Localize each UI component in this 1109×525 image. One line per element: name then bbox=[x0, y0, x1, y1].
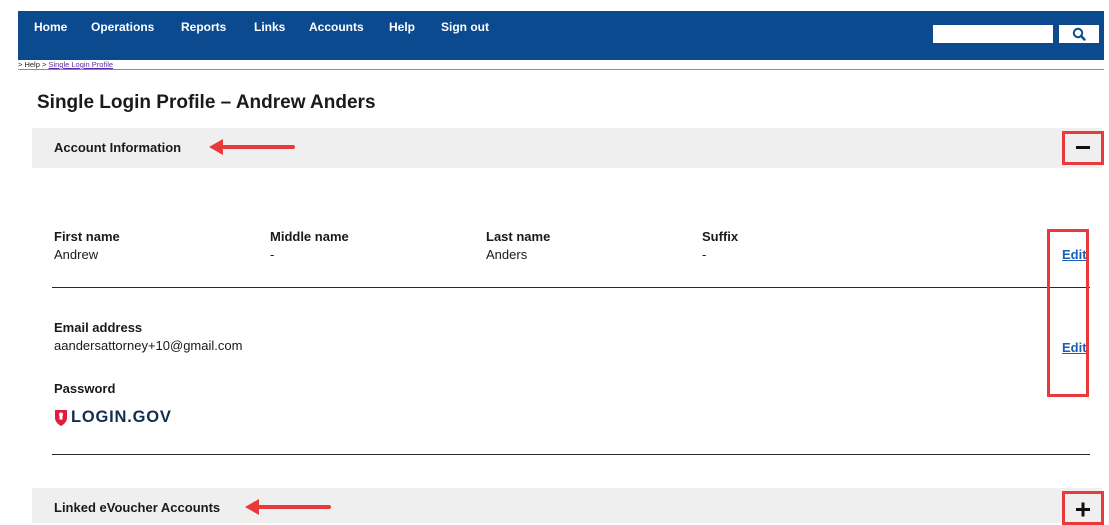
annotation-arrow-left bbox=[209, 139, 295, 155]
password-label: Password bbox=[54, 381, 116, 396]
first-name-label: First name bbox=[54, 229, 120, 244]
annotation-highlight-box bbox=[1047, 229, 1089, 397]
nav-accounts[interactable]: Accounts bbox=[309, 20, 364, 34]
divider bbox=[52, 287, 1090, 288]
login-gov-wordmark: LOGIN.GOV bbox=[71, 408, 172, 426]
shield-icon bbox=[55, 410, 67, 426]
last-name-label: Last name bbox=[486, 229, 551, 244]
search-button[interactable] bbox=[1058, 24, 1100, 44]
linked-accounts-title: Linked eVoucher Accounts bbox=[54, 500, 221, 515]
breadcrumb-prefix: > Help > bbox=[18, 60, 49, 69]
divider bbox=[52, 454, 1090, 455]
middle-name-label: Middle name bbox=[270, 229, 349, 244]
annotation-arrow-left bbox=[245, 499, 331, 515]
last-name-value: Anders bbox=[486, 247, 528, 262]
suffix-value: - bbox=[702, 247, 707, 262]
breadcrumb: > Help > Single Login Profile bbox=[18, 60, 113, 69]
minus-icon bbox=[1076, 146, 1090, 149]
first-name-value: Andrew bbox=[54, 247, 99, 262]
account-info-header[interactable] bbox=[32, 128, 1102, 168]
nav-reports[interactable]: Reports bbox=[181, 20, 226, 34]
plus-icon bbox=[1076, 502, 1090, 517]
nav-operations[interactable]: Operations bbox=[91, 20, 154, 34]
email-value: aandersattorney+10@gmail.com bbox=[54, 338, 243, 353]
nav-links[interactable]: Links bbox=[254, 20, 285, 34]
breadcrumb-bar bbox=[18, 60, 1104, 70]
email-label: Email address bbox=[54, 320, 143, 335]
search-input[interactable] bbox=[932, 24, 1054, 44]
nav-home[interactable]: Home bbox=[34, 20, 67, 34]
nav-help[interactable]: Help bbox=[389, 20, 415, 34]
middle-name-value: - bbox=[270, 247, 275, 262]
nav-sign-out[interactable]: Sign out bbox=[441, 20, 489, 34]
suffix-label: Suffix bbox=[702, 229, 739, 244]
page-title: Single Login Profile – Andrew Anders bbox=[37, 92, 376, 113]
collapse-button[interactable] bbox=[1062, 131, 1104, 165]
search-icon bbox=[1072, 27, 1086, 41]
expand-button[interactable] bbox=[1062, 491, 1104, 525]
account-info-title: Account Information bbox=[54, 140, 182, 155]
breadcrumb-link-single-login-profile[interactable]: Single Login Profile bbox=[48, 60, 113, 69]
